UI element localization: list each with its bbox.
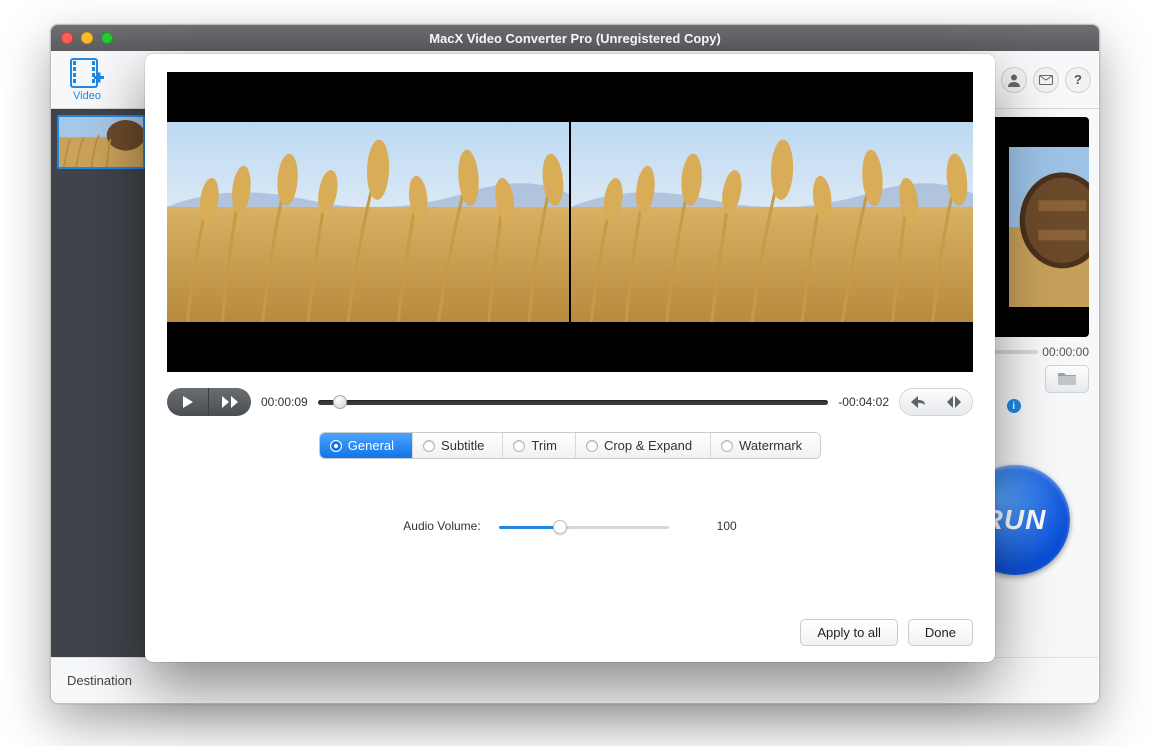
mirror-button[interactable]: [936, 389, 972, 415]
edit-tabs: General Subtitle Trim Crop & Expand Watermar…: [167, 432, 973, 459]
tab-trim[interactable]: Trim: [503, 433, 576, 458]
tab-label: Crop & Expand: [604, 438, 692, 453]
fast-forward-button[interactable]: [209, 388, 251, 416]
tab-crop[interactable]: Crop & Expand: [576, 433, 711, 458]
preview-time: 00:00:00: [1042, 345, 1089, 359]
bottom-bar: Destination: [51, 657, 1099, 703]
window-title: MacX Video Converter Pro (Unregistered C…: [51, 31, 1099, 46]
playback-buttons: [167, 388, 251, 416]
tab-label: Subtitle: [441, 438, 484, 453]
tab-watermark[interactable]: Watermark: [711, 433, 820, 458]
audio-volume-label: Audio Volume:: [403, 519, 480, 533]
dialog-footer: Apply to all Done: [167, 611, 973, 646]
wheat-thumbnail-image: [59, 117, 143, 167]
wheat-field-image: [571, 122, 973, 322]
audio-volume-value: 100: [717, 519, 737, 533]
radio-icon: [586, 440, 598, 452]
radio-icon: [513, 440, 525, 452]
clip-sidebar: [51, 109, 151, 657]
mail-icon: [1039, 75, 1053, 85]
radio-icon: [330, 440, 342, 452]
fast-forward-icon: [221, 395, 239, 409]
done-button[interactable]: Done: [908, 619, 973, 646]
account-button[interactable]: [1001, 67, 1027, 93]
rotate-left-button[interactable]: [900, 389, 936, 415]
folder-icon: [1057, 372, 1077, 386]
preview-right: [571, 72, 973, 372]
info-icon[interactable]: i: [1007, 399, 1021, 413]
wheat-field-image: [167, 122, 569, 322]
play-button[interactable]: [167, 388, 209, 416]
tab-label: Watermark: [739, 438, 802, 453]
help-button[interactable]: ?: [1065, 67, 1091, 93]
tab-general[interactable]: General: [320, 433, 413, 458]
mail-button[interactable]: [1033, 67, 1059, 93]
preview-left: [167, 72, 569, 372]
audio-volume-slider[interactable]: [499, 519, 669, 535]
preview-compare: [167, 72, 973, 372]
playback-bar: 00:00:09 -00:04:02: [167, 386, 973, 418]
rotate-left-icon: [910, 395, 926, 409]
radio-icon: [423, 440, 435, 452]
add-video-label: Video: [73, 90, 101, 102]
tab-subtitle[interactable]: Subtitle: [413, 433, 503, 458]
preview-fragment-image: [1009, 147, 1089, 307]
tab-label: General: [348, 438, 394, 453]
destination-label: Destination: [67, 673, 132, 688]
titlebar: MacX Video Converter Pro (Unregistered C…: [51, 25, 1099, 51]
clip-thumbnail[interactable]: [57, 115, 145, 169]
radio-icon: [721, 440, 733, 452]
filmstrip-plus-icon: [70, 58, 104, 88]
open-folder-button[interactable]: [1045, 365, 1089, 393]
tab-label: Trim: [531, 438, 557, 453]
edit-dialog: 00:00:09 -00:04:02 General Subtitle Trim Cr…: [145, 54, 995, 662]
user-icon: [1007, 73, 1021, 87]
remaining-time: -00:04:02: [838, 395, 889, 409]
current-time: 00:00:09: [261, 395, 308, 409]
question-icon: ?: [1074, 72, 1082, 87]
apply-to-all-button[interactable]: Apply to all: [800, 619, 898, 646]
general-pane: Audio Volume: 100: [167, 459, 973, 611]
add-video-button[interactable]: Video: [59, 58, 115, 102]
mirror-icon: [946, 395, 962, 409]
seek-slider[interactable]: [318, 397, 829, 407]
play-icon: [182, 395, 194, 409]
flip-buttons: [899, 388, 973, 416]
